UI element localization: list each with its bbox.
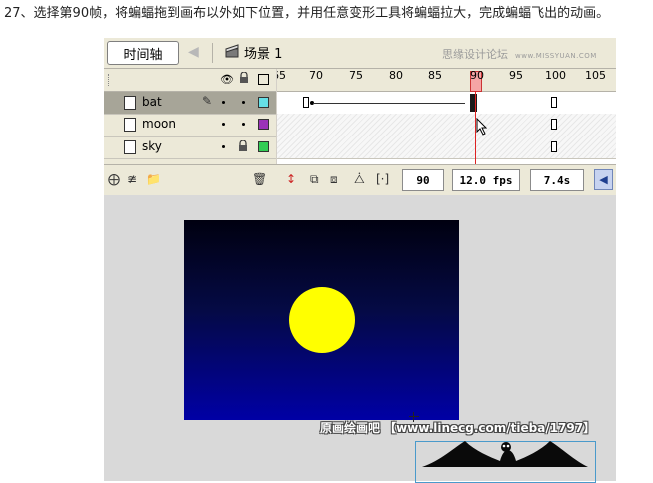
keyframe[interactable] — [303, 97, 309, 108]
end-frame[interactable] — [551, 97, 557, 108]
frame-row-sky[interactable] — [277, 136, 616, 159]
motion-tween-arrow — [313, 103, 465, 104]
layer-row-bat[interactable]: bat ✎ — [104, 92, 276, 115]
ruler-tick: 100 — [545, 69, 566, 82]
frame-row-moon[interactable] — [277, 114, 616, 137]
ruler-tick: 70 — [309, 69, 323, 82]
elapsed-time-field: 7.4s — [530, 169, 584, 191]
outline-icon[interactable] — [258, 74, 269, 85]
moon-graphic[interactable] — [289, 287, 355, 353]
toolbar-divider — [212, 43, 213, 63]
layers-header: 👁 — [104, 69, 276, 92]
back-arrow-icon[interactable]: ◀ — [188, 44, 199, 60]
chevron-left-icon[interactable]: ◀ — [594, 169, 613, 190]
watermark-top-text: 思缘设计论坛 — [442, 48, 508, 61]
frame-rate-field: 12.0 fps — [452, 169, 520, 191]
flash-editor: 时间轴 ◀ 场景 1 思缘设计论坛 www.MISSYUAN.COM 👁 bat… — [104, 38, 616, 483]
visibility-dot[interactable] — [222, 145, 225, 148]
layer-row-sky[interactable]: sky — [104, 136, 276, 159]
end-frame[interactable] — [551, 141, 557, 152]
edit-bar: 时间轴 ◀ 场景 1 思缘设计论坛 www.MISSYUAN.COM — [104, 38, 616, 69]
mouse-cursor-icon — [476, 118, 488, 136]
pencil-icon: ✎ — [202, 94, 213, 108]
onion-skin-icon[interactable]: ⧉ — [310, 172, 319, 187]
layer-icon — [124, 118, 136, 132]
panel-grip[interactable] — [108, 74, 111, 86]
eye-icon[interactable]: 👁 — [220, 73, 234, 86]
add-guide-layer-icon[interactable]: ≇ — [127, 172, 137, 186]
modify-onion-markers-icon[interactable]: [·] — [376, 172, 389, 186]
ruler-tick: 95 — [509, 69, 523, 82]
ruler-tick: 75 — [349, 69, 363, 82]
lock-icon[interactable] — [239, 72, 249, 84]
visibility-dot[interactable] — [222, 101, 225, 104]
watermark-bottom: 原画绘画吧 【www.linecg.com/tieba/1797】 — [320, 421, 596, 435]
add-layer-icon[interactable]: ⨁ — [108, 172, 120, 186]
lock-dot[interactable] — [242, 101, 245, 104]
visibility-dot[interactable] — [222, 123, 225, 126]
bat-graphic[interactable] — [420, 439, 590, 469]
end-frame[interactable] — [551, 119, 557, 130]
onion-skin-outlines-icon[interactable]: ⧈ — [330, 172, 338, 187]
frame-ruler[interactable]: 65 70 75 80 85 90 95 100 105 — [277, 69, 616, 92]
ruler-tick: 105 — [585, 69, 606, 82]
watermark-top-url: www.MISSYUAN.COM — [515, 52, 597, 60]
lock-icon[interactable] — [238, 140, 248, 152]
ruler-tick: 65 — [277, 69, 286, 82]
scene-clapper-icon — [225, 44, 239, 58]
tutorial-instruction: 27、选择第90帧，将蝙蝠拖到画布以外如下位置，并用任意变形工具将蝙蝠拉大，完成… — [4, 6, 610, 21]
layer-color-swatch[interactable] — [258, 141, 269, 152]
watermark-top: 思缘设计论坛 www.MISSYUAN.COM — [442, 46, 597, 62]
layer-name[interactable]: sky — [142, 139, 162, 153]
edit-multiple-frames-icon[interactable]: ⧊ — [354, 172, 365, 187]
layer-name[interactable]: moon — [142, 117, 176, 131]
layer-row-moon[interactable]: moon — [104, 114, 276, 137]
layer-color-swatch[interactable] — [258, 97, 269, 108]
layer-icon — [124, 140, 136, 154]
layer-name[interactable]: bat — [142, 95, 162, 109]
ruler-tick: 80 — [389, 69, 403, 82]
current-frame-field: 90 — [402, 169, 444, 191]
center-frame-icon[interactable]: ↕ — [286, 172, 296, 186]
timeline-status-bar: ⨁ ≇ 📁 🗑 ↕ ⧉ ⧈ ⧊ [·] 90 12.0 fps 7.4s ◀ — [104, 164, 616, 196]
scene-label[interactable]: 场景 1 — [244, 43, 282, 62]
ruler-tick: 90 — [470, 69, 484, 82]
stage-workspace[interactable] — [104, 195, 616, 483]
frame-row-bat[interactable] — [277, 92, 616, 115]
insert-folder-icon[interactable]: 📁 — [146, 172, 161, 186]
ruler-tick: 85 — [428, 69, 442, 82]
lock-dot[interactable] — [242, 123, 245, 126]
layer-color-swatch[interactable] — [258, 119, 269, 130]
layer-icon — [124, 96, 136, 110]
delete-layer-icon[interactable]: 🗑 — [252, 172, 267, 186]
stage-canvas[interactable] — [184, 220, 459, 420]
timeline-toggle-button[interactable]: 时间轴 — [107, 41, 179, 65]
